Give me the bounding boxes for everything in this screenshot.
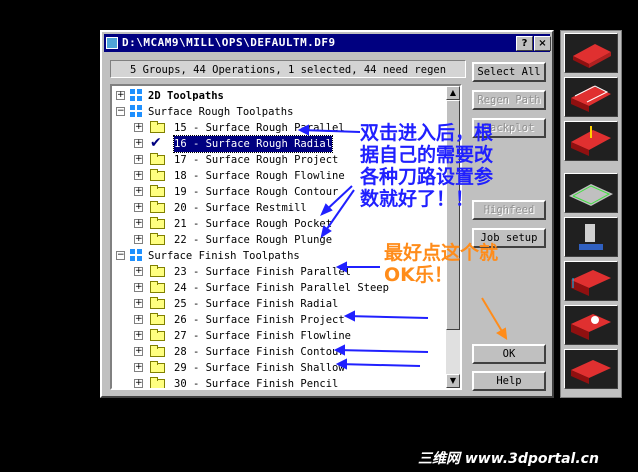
annotation-arrows: [297, 124, 508, 370]
watermark: 三维网 www.3dportal.cn: [418, 451, 599, 467]
